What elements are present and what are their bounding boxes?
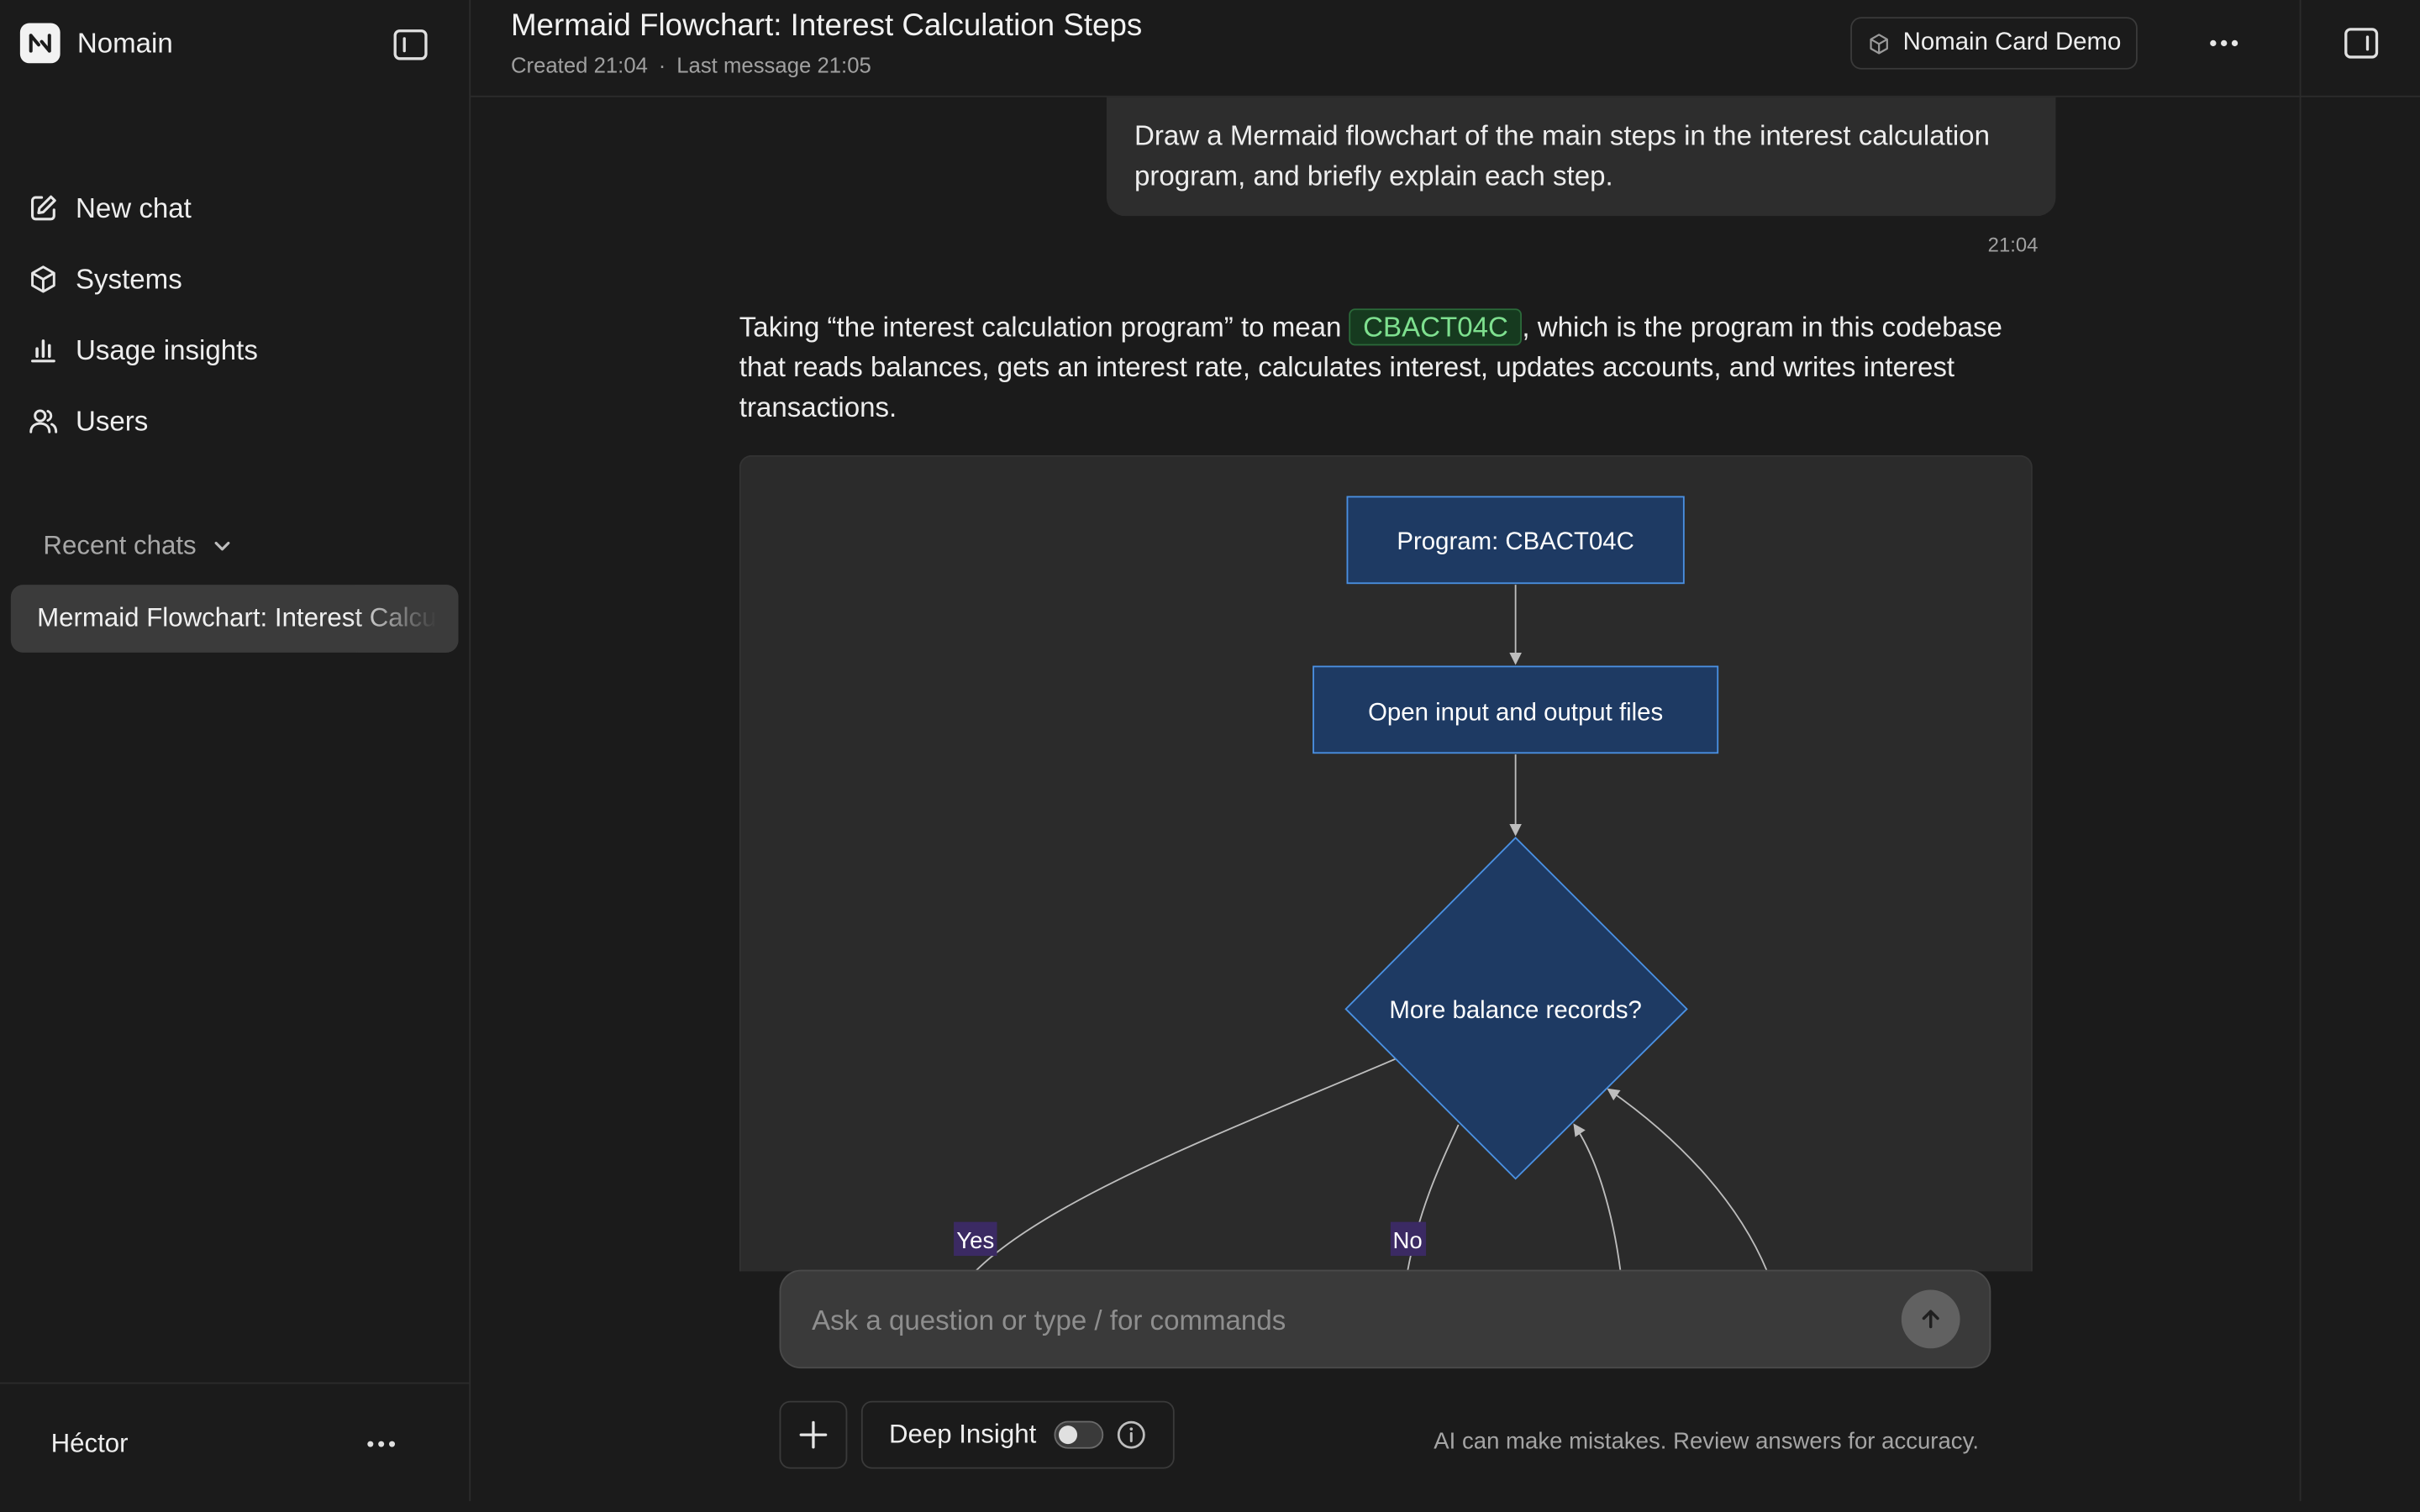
edge-label-yes-text: Yes	[956, 1227, 994, 1253]
edit-icon	[31, 195, 56, 221]
cube-icon	[1870, 33, 1888, 54]
deep-insight-toggle[interactable]	[1055, 1420, 1105, 1449]
flowchart-svg: Program: CBACT04C Open input and output …	[954, 496, 1768, 1272]
cube-icon	[31, 265, 55, 293]
sidebar-item-systems[interactable]: Systems	[28, 244, 258, 314]
user-menu-more-icon[interactable]	[364, 1427, 397, 1461]
created-time: Created 21:04	[510, 52, 648, 77]
edge-label-no-text: No	[1392, 1227, 1422, 1253]
chat-options-more-icon[interactable]	[2206, 24, 2243, 61]
sidebar-item-label: Usage insights	[75, 333, 258, 365]
recent-chats-toggle[interactable]: Recent chats	[43, 531, 233, 562]
right-rail-divider	[2301, 95, 2420, 97]
plus-icon	[799, 1420, 828, 1449]
bar-chart-icon	[31, 339, 55, 363]
user-name[interactable]: Héctor	[51, 1429, 129, 1460]
last-message-time: Last message 21:05	[676, 52, 871, 77]
app-window: Nomain New chat Systems Usage insights U…	[0, 0, 2420, 1512]
brand-name: Nomain	[76, 27, 173, 58]
disclaimer: AI can make mistakes. Review answers for…	[1434, 1428, 1979, 1456]
assistant-text-pre: Taking “the interest calculation program…	[739, 312, 1349, 343]
chat-input[interactable]	[808, 1297, 1865, 1344]
sidebar-footer: Héctor	[0, 1382, 470, 1503]
mermaid-diagram: Program: CBACT04C Open input and output …	[739, 454, 2033, 1272]
chat-meta: Created 21:04 · Last message 21:05	[511, 52, 871, 76]
deep-insight-label: Deep Insight	[888, 1419, 1037, 1449]
node-program[interactable]: Program: CBACT04C	[1346, 496, 1685, 585]
edge-yes	[975, 1058, 1397, 1272]
sidebar-toggle-icon[interactable]	[392, 26, 429, 63]
right-panel-toggle-icon[interactable]	[2343, 24, 2380, 61]
sidebar-item-usage-insights[interactable]: Usage insights	[28, 315, 258, 386]
meta-separator: ·	[658, 52, 666, 77]
sidebar-item-label: Users	[75, 405, 149, 436]
nomain-logo-icon	[19, 23, 60, 64]
node-decision[interactable]: More balance records?	[1344, 837, 1688, 1180]
user-message: Draw a Mermaid flowchart of the main ste…	[1106, 97, 2056, 217]
node-open-files[interactable]: Open input and output files	[1313, 665, 1719, 754]
system-selector-button[interactable]: Nomain Card Demo	[1850, 17, 2139, 70]
system-chip-label: Nomain Card Demo	[1902, 29, 2122, 56]
sidebar-item-label: New chat	[75, 192, 192, 223]
info-icon[interactable]	[1117, 1420, 1148, 1451]
node-decision-label: More balance records?	[1389, 996, 1641, 1024]
recent-chats-heading: Recent chats	[43, 530, 197, 560]
send-button[interactable]	[1901, 1289, 1960, 1349]
arrow-up-icon	[1922, 1310, 1939, 1329]
inline-code-program: CBACT04C	[1349, 308, 1523, 346]
toggle-knob	[1059, 1425, 1078, 1445]
sidebar-item-users[interactable]: Users	[28, 386, 258, 456]
edge-loop-1	[1573, 1123, 1622, 1272]
composer	[779, 1269, 1991, 1369]
chat-title: Mermaid Flowchart: Interest Calculation …	[510, 9, 1143, 44]
edge-loop-2	[1607, 1088, 1768, 1272]
right-rail	[2299, 0, 2420, 1502]
user-message-time: 21:04	[1987, 233, 2039, 256]
deep-insight-control: Deep Insight	[860, 1400, 1175, 1469]
recent-chat-fade	[350, 585, 459, 653]
edge-label-no: No	[1390, 1221, 1427, 1257]
chevron-down-icon	[215, 541, 230, 551]
brand[interactable]: Nomain	[19, 23, 173, 64]
sidebar: Nomain New chat Systems Usage insights U…	[0, 0, 471, 1503]
sidebar-nav: New chat Systems Usage insights Users	[28, 173, 258, 457]
node-open-files-label: Open input and output files	[1368, 699, 1663, 727]
users-icon	[29, 409, 58, 433]
edge-label-yes: Yes	[954, 1221, 997, 1257]
assistant-message: Taking “the interest calculation program…	[739, 307, 2036, 428]
node-program-label: Program: CBACT04C	[1397, 528, 1634, 555]
chat-header: Mermaid Flowchart: Interest Calculation …	[471, 0, 2300, 97]
sidebar-item-label: Systems	[75, 263, 182, 294]
add-attachment-button[interactable]	[779, 1400, 848, 1469]
sidebar-item-new-chat[interactable]: New chat	[28, 173, 258, 244]
recent-chat-item[interactable]: Mermaid Flowchart: Interest Calculation …	[10, 585, 459, 653]
